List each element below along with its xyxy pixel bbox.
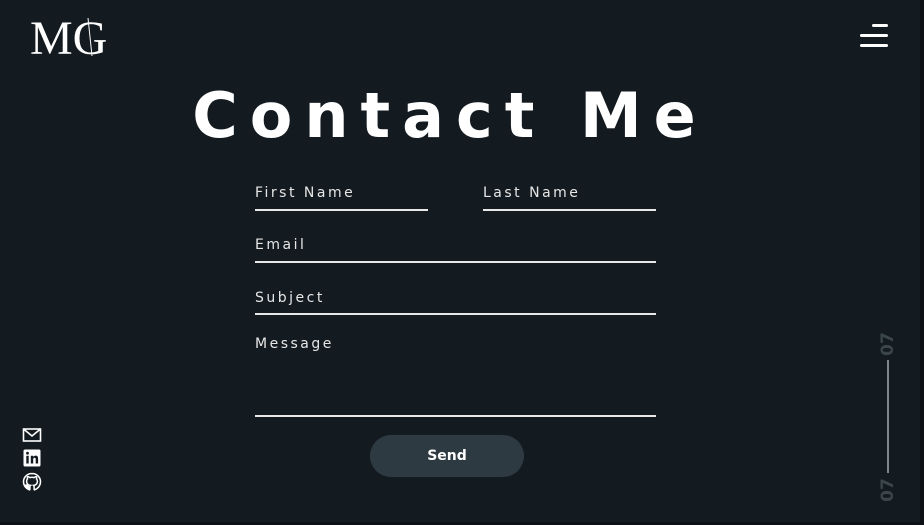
page-title: Contact Me	[192, 79, 708, 152]
logo-mark: MG	[30, 12, 107, 65]
last-name-field-container	[483, 180, 656, 211]
send-button[interactable]: Send	[370, 435, 524, 477]
right-edge	[920, 0, 924, 525]
message-textarea[interactable]	[255, 336, 656, 412]
message-field-container	[255, 336, 656, 417]
logo[interactable]: MG	[30, 12, 122, 65]
page-current: 07	[878, 332, 898, 356]
first-name-field-container	[255, 180, 428, 211]
subject-input[interactable]	[255, 285, 656, 311]
last-name-input[interactable]	[483, 180, 656, 206]
page-indicator-line	[887, 360, 889, 473]
page-indicator: 07 07	[872, 330, 904, 502]
hamburger-menu-icon[interactable]	[858, 24, 890, 50]
email-field-container	[255, 232, 656, 263]
linkedin-icon[interactable]	[22, 448, 42, 468]
email-input[interactable]	[255, 232, 656, 258]
mail-icon[interactable]	[22, 425, 42, 445]
github-icon[interactable]	[22, 472, 42, 492]
svg-text:MG: MG	[30, 12, 107, 60]
page-total: 07	[878, 478, 898, 502]
subject-field-container	[255, 285, 656, 315]
first-name-input[interactable]	[255, 180, 428, 206]
